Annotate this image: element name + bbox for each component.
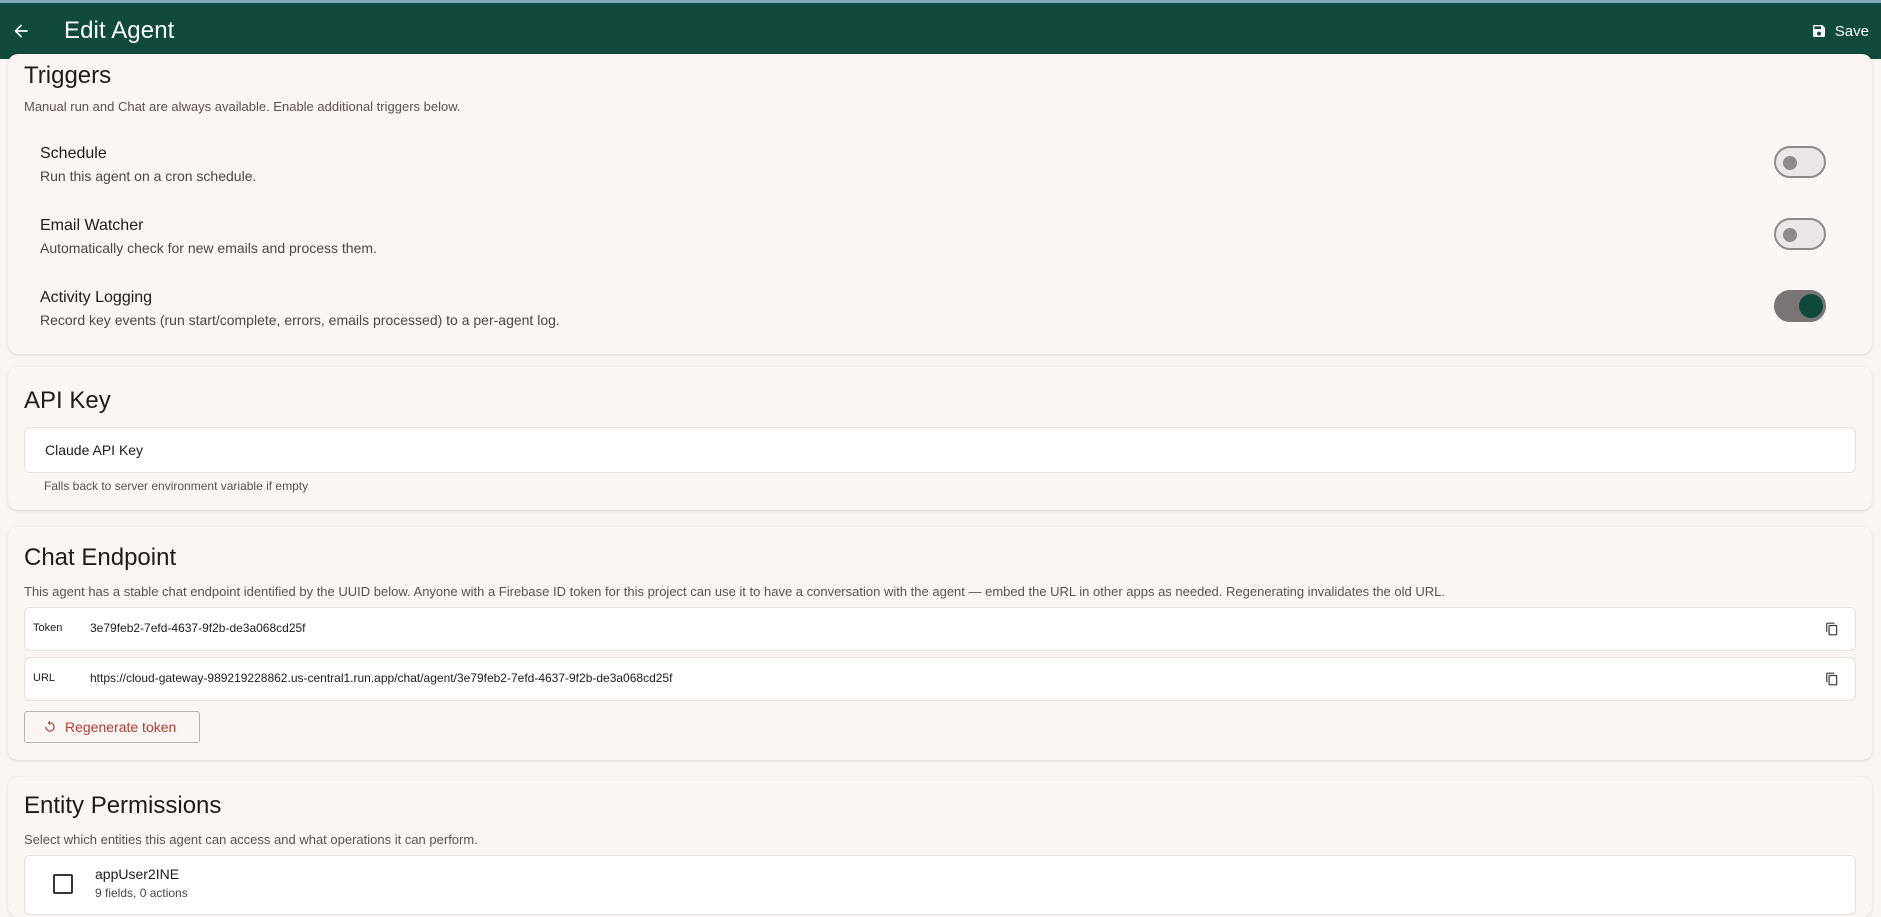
trigger-email-watcher-title: Email Watcher <box>40 217 144 234</box>
claude-api-key-field[interactable]: Claude API Key <box>24 427 1856 473</box>
chat-endpoint-card: Chat Endpoint This agent has a stable ch… <box>8 527 1872 760</box>
triggers-heading: Triggers <box>24 62 112 89</box>
api-key-card: API Key Claude API Key Falls back to ser… <box>8 367 1872 510</box>
token-row: Token 3e79feb2-7efd-4637-9f2b-de3a068cd2… <box>24 607 1856 651</box>
page-title: Edit Agent <box>64 17 175 44</box>
copy-url-button[interactable] <box>1825 671 1839 687</box>
save-button[interactable]: Save <box>1811 3 1869 59</box>
regenerate-token-label: Regenerate token <box>65 719 177 735</box>
copy-icon <box>1826 672 1838 686</box>
triggers-description: Manual run and Chat are always available… <box>24 99 461 114</box>
chat-endpoint-description: This agent has a stable chat endpoint id… <box>24 584 1445 599</box>
back-button[interactable] <box>8 18 34 44</box>
entity-name: appUser2INE <box>95 866 180 882</box>
trigger-activity-logging-subtitle: Record key events (run start/complete, e… <box>40 312 560 328</box>
token-label: Token <box>33 622 63 634</box>
trigger-schedule-title: Schedule <box>40 145 107 162</box>
regenerate-token-button[interactable]: Regenerate token <box>24 711 200 743</box>
trigger-activity-logging-title: Activity Logging <box>40 289 153 306</box>
chat-endpoint-heading: Chat Endpoint <box>24 544 177 571</box>
url-label: URL <box>33 672 56 684</box>
copy-icon <box>1826 622 1838 636</box>
entity-meta: 9 fields, 0 actions <box>95 886 188 900</box>
app-bar: Edit Agent Save <box>0 3 1881 59</box>
claude-api-key-label: Claude API Key <box>45 442 144 458</box>
arrow-back-icon <box>14 24 28 38</box>
activity-logging-toggle[interactable] <box>1774 290 1826 322</box>
api-key-helper-text: Falls back to server environment variabl… <box>44 479 309 493</box>
trigger-email-watcher-subtitle: Automatically check for new emails and p… <box>40 240 377 256</box>
entity-permissions-description: Select which entities this agent can acc… <box>24 832 478 847</box>
url-value: https://cloud-gateway-989219228862.us-ce… <box>90 671 673 685</box>
toggle-knob <box>1783 156 1797 170</box>
url-row: URL https://cloud-gateway-989219228862.u… <box>24 657 1856 701</box>
save-label: Save <box>1834 22 1869 40</box>
entity-checkbox[interactable] <box>53 874 73 894</box>
entity-permissions-heading: Entity Permissions <box>24 792 222 819</box>
triggers-card: Triggers Manual run and Chat are always … <box>8 54 1872 354</box>
token-value: 3e79feb2-7efd-4637-9f2b-de3a068cd25f <box>90 621 306 635</box>
trigger-schedule-subtitle: Run this agent on a cron schedule. <box>40 168 257 184</box>
save-icon <box>1812 25 1825 37</box>
entity-permissions-card: Entity Permissions Select which entities… <box>8 777 1872 917</box>
entity-row: appUser2INE 9 fields, 0 actions <box>24 855 1856 915</box>
refresh-icon <box>45 720 55 732</box>
toggle-knob <box>1799 294 1823 318</box>
toggle-knob <box>1783 228 1797 242</box>
schedule-toggle[interactable] <box>1774 146 1826 178</box>
email-watcher-toggle[interactable] <box>1774 218 1826 250</box>
api-key-heading: API Key <box>24 387 111 414</box>
copy-token-button[interactable] <box>1825 621 1839 637</box>
